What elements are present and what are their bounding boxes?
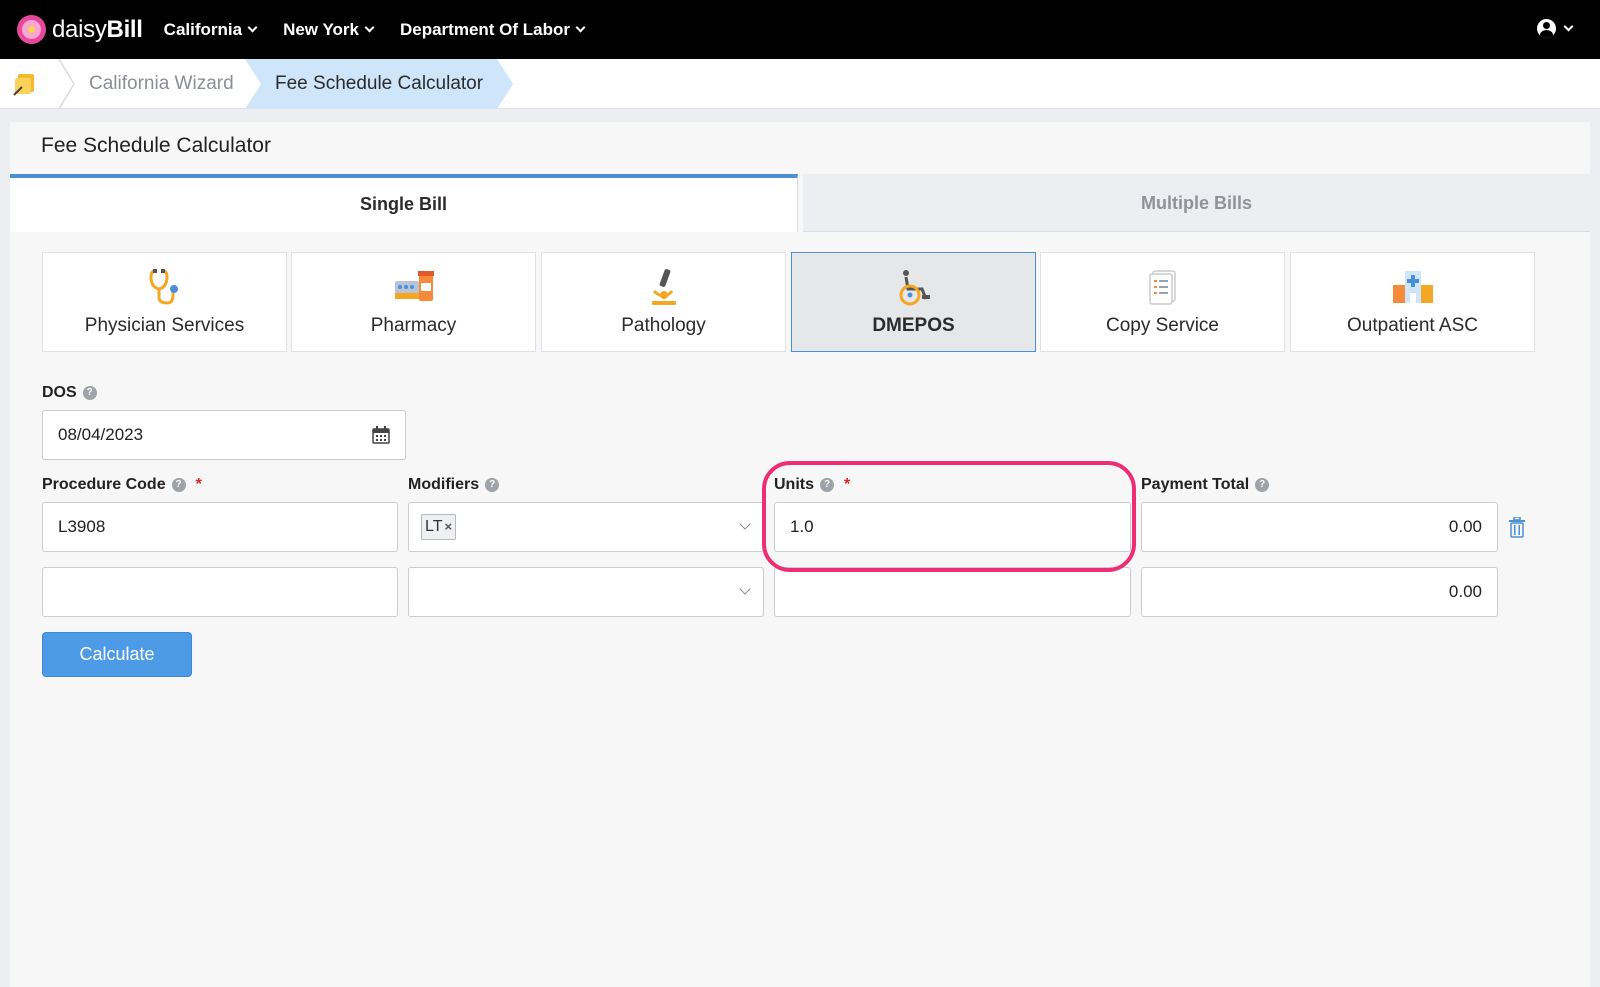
nav-item-new-york[interactable]: New York [283, 20, 375, 40]
pharmacy-icon [394, 271, 434, 301]
payment-total-label: Payment Total? [1141, 476, 1270, 494]
category-dmepos[interactable]: DMEPOS [791, 252, 1036, 352]
help-icon[interactable]: ? [171, 478, 186, 492]
wheelchair-icon [899, 270, 930, 306]
home-folder-icon[interactable] [12, 71, 38, 97]
trash-icon[interactable] [1508, 517, 1526, 538]
category-physician-services[interactable]: Physician Services [42, 252, 287, 352]
payment-total-field: 0.00 [1141, 502, 1498, 552]
nav-item-department-of-labor[interactable]: Department Of Labor [400, 20, 586, 40]
chevron-down-icon [1563, 21, 1574, 32]
remove-tag-icon[interactable]: × [444, 515, 452, 539]
category-pharmacy[interactable]: Pharmacy [291, 252, 536, 352]
logo-text: daisyBill [52, 15, 143, 43]
help-icon[interactable]: ? [1255, 478, 1270, 492]
breadcrumb-separator [58, 59, 75, 109]
user-account-icon [1537, 19, 1556, 38]
units-input[interactable] [774, 567, 1131, 617]
breadcrumb-fee-schedule-calculator[interactable]: Fee Schedule Calculator [245, 59, 513, 109]
breadcrumb-california-wizard[interactable]: California Wizard [89, 59, 234, 109]
category-copy-service[interactable]: Copy Service [1040, 252, 1285, 352]
stethoscope-icon [148, 269, 178, 305]
nav-item-california[interactable]: California [164, 20, 258, 40]
user-menu[interactable] [1537, 19, 1574, 38]
daisy-logo-icon [17, 15, 46, 44]
modifiers-select[interactable]: LT × [408, 502, 764, 552]
tab-single-bill[interactable]: Single Bill [10, 174, 798, 232]
category-pathology[interactable]: Pathology [541, 252, 786, 352]
help-icon[interactable]: ? [485, 478, 500, 492]
required-marker: * [195, 476, 202, 493]
chevron-down-icon [575, 22, 586, 33]
chevron-down-icon[interactable] [739, 518, 751, 530]
top-nav: daisyBill California New York Department… [0, 0, 1600, 59]
payment-total-field: 0.00 [1141, 567, 1498, 617]
category-outpatient-asc[interactable]: Outpatient ASC [1290, 252, 1535, 352]
chevron-down-icon[interactable] [739, 583, 751, 595]
dos-date-field[interactable]: 08/04/2023 [42, 410, 406, 460]
calculate-button[interactable]: Calculate [42, 632, 192, 677]
procedure-code-label: Procedure Code? * [42, 476, 202, 493]
calendar-icon[interactable] [372, 426, 390, 444]
calculator-panel: Fee Schedule Calculator Single Bill Mult… [10, 122, 1590, 987]
procedure-code-input[interactable]: L3908 [42, 502, 398, 552]
document-icon [1148, 270, 1176, 305]
chevron-down-icon [247, 22, 258, 33]
modifiers-select[interactable] [408, 567, 764, 617]
logo[interactable]: daisyBill [17, 15, 143, 44]
units-label: Units? * [774, 476, 851, 493]
chevron-down-icon [364, 22, 375, 33]
units-input[interactable]: 1.0 [774, 502, 1131, 552]
help-icon[interactable]: ? [82, 386, 97, 400]
modifier-tag: LT × [421, 514, 457, 540]
help-icon[interactable]: ? [820, 478, 834, 492]
state-menu: California New York Department Of Labor [164, 20, 611, 40]
breadcrumb: California Wizard Fee Schedule Calculato… [0, 59, 1600, 109]
modifiers-label: Modifiers? [408, 476, 500, 494]
dos-label: DOS? [42, 384, 97, 402]
tab-multiple-bills[interactable]: Multiple Bills [803, 174, 1590, 232]
required-marker: * [844, 476, 851, 493]
microscope-icon [651, 269, 676, 305]
hospital-icon [1392, 271, 1433, 303]
procedure-code-input[interactable] [42, 567, 398, 617]
page-title: Fee Schedule Calculator [41, 134, 271, 157]
